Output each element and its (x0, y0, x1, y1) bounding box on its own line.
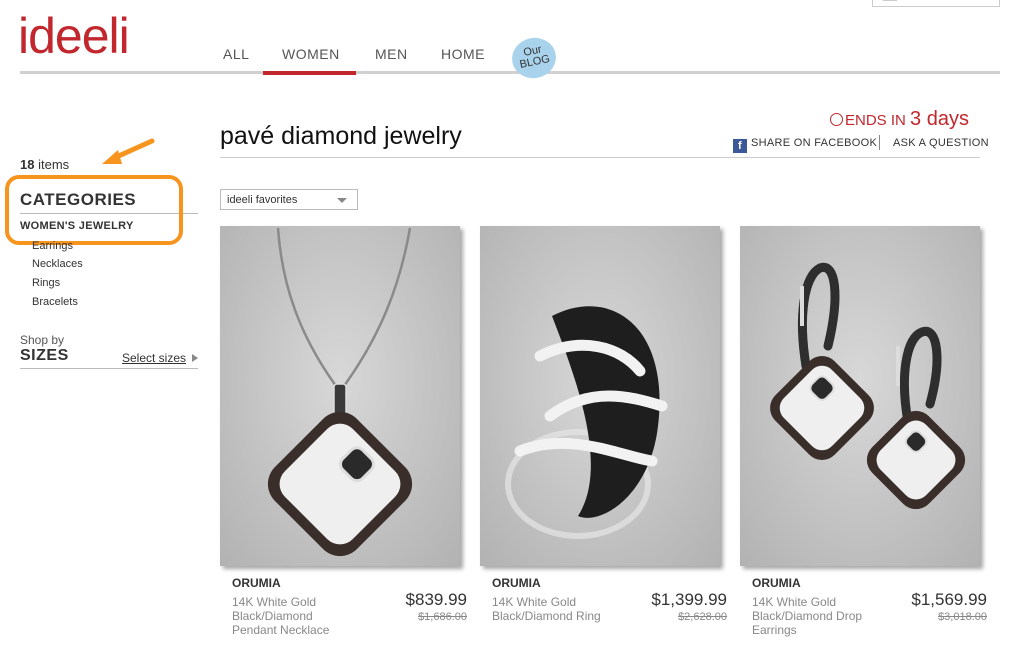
ring-icon (505, 306, 668, 539)
nav-divider (20, 71, 1000, 74)
link-separator (879, 135, 880, 150)
share-on-facebook-label[interactable]: SHARE ON FACEBOOK (751, 137, 877, 149)
product-name-line[interactable]: Black/Diamond Drop (752, 609, 902, 623)
pendant-necklace-icon (267, 227, 413, 557)
ideeli-logo[interactable]: ideeli (18, 8, 130, 64)
product-brand[interactable]: ORUMIA (232, 576, 281, 590)
shop-by-label: Shop by (20, 333, 65, 347)
product-brand[interactable]: ORUMIA (492, 576, 541, 590)
product-name[interactable]: 14K White Gold Black/Diamond Pendant Nec… (232, 595, 382, 637)
product-name-line[interactable]: Black/Diamond (232, 609, 382, 623)
select-sizes-link[interactable]: Select sizes (122, 351, 186, 365)
title-divider (220, 157, 980, 158)
subcategory-earrings[interactable]: Earrings (32, 240, 73, 252)
subcategory-rings[interactable]: Rings (32, 277, 60, 289)
product-name-line[interactable]: 14K White Gold (752, 595, 902, 609)
nav-all[interactable]: ALL (223, 46, 249, 62)
nav-women[interactable]: WOMEN (282, 46, 340, 62)
item-count-suffix: items (38, 157, 70, 172)
facebook-icon[interactable]: f (733, 139, 747, 153)
product-original-price: $2,628.00 (678, 611, 727, 623)
pendant-necklace-image[interactable] (220, 226, 460, 566)
sort-dropdown-value: ideeli favorites (227, 194, 298, 206)
nav-home[interactable]: HOME (441, 46, 485, 62)
item-count-number: 18 (20, 157, 35, 172)
sort-dropdown[interactable]: ideeli favorites (220, 189, 358, 210)
sale-countdown: ENDS IN 3 days (830, 108, 969, 131)
product-original-price: $1,686.00 (418, 611, 467, 623)
drop-earrings-image[interactable] (740, 226, 980, 566)
product-brand[interactable]: ORUMIA (752, 576, 801, 590)
share-on-facebook-link[interactable]: f SHARE ON FACEBOOK (733, 137, 877, 153)
product-name-line[interactable]: Black/Diamond Ring (492, 609, 642, 623)
ring-image[interactable] (480, 226, 720, 566)
chevron-down-icon (337, 198, 347, 203)
page-title: pavé diamond jewelry (220, 122, 462, 150)
our-blog-badge[interactable]: Our BLOG (508, 33, 560, 83)
subcategory-necklaces[interactable]: Necklaces (32, 258, 83, 270)
item-count: 18 items (20, 157, 69, 172)
ends-in-value: 3 days (910, 108, 969, 130)
nav-men[interactable]: MEN (375, 46, 408, 62)
select-sizes-arrow-icon[interactable] (192, 354, 198, 362)
product-card[interactable]: ORUMIA 14K White Gold Black/Diamond Pend… (220, 226, 467, 637)
product-name-line[interactable]: 14K White Gold (492, 595, 642, 609)
product-name[interactable]: 14K White Gold Black/Diamond Ring (492, 595, 642, 623)
product-card[interactable]: ORUMIA 14K White Gold Black/Diamond Drop… (740, 226, 987, 637)
product-name-line[interactable]: 14K White Gold (232, 595, 382, 609)
drop-earrings-icon (770, 262, 966, 510)
sizes-divider (20, 368, 198, 369)
product-original-price: $3,018.00 (938, 611, 987, 623)
ends-in-label: ENDS IN (845, 112, 906, 129)
product-card[interactable]: ORUMIA 14K White Gold Black/Diamond Ring… (480, 226, 727, 623)
product-price: $1,569.99 (911, 590, 987, 609)
subcategory-bracelets[interactable]: Bracelets (32, 296, 78, 308)
nav-active-indicator (263, 71, 356, 75)
annotation-arrow-icon (102, 138, 155, 164)
clock-icon (830, 113, 843, 126)
product-price: $1,399.99 (651, 590, 727, 609)
top-utility-box (872, 0, 1000, 7)
product-name-line[interactable]: Earrings (752, 623, 902, 637)
product-name-line[interactable]: Pendant Necklace (232, 623, 382, 637)
product-name[interactable]: 14K White Gold Black/Diamond Drop Earrin… (752, 595, 902, 637)
sizes-heading: SIZES (20, 347, 69, 364)
ask-a-question-link[interactable]: ASK A QUESTION (893, 137, 989, 149)
annotation-highlight-box (5, 175, 183, 245)
product-price: $839.99 (405, 590, 467, 609)
